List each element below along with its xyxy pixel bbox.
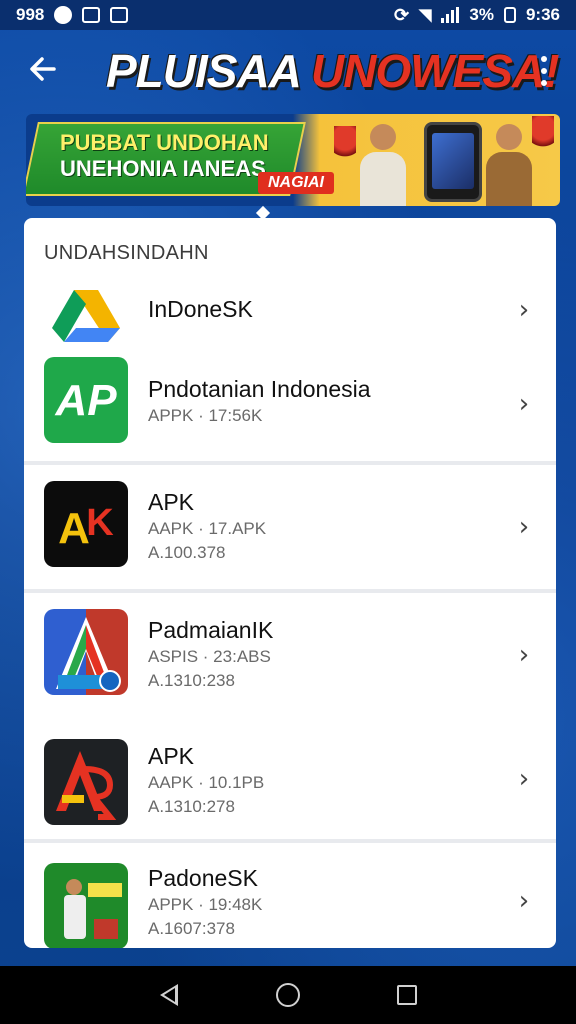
list-item[interactable]: AP Pndotanian Indonesia APPK · 17:56K › <box>24 354 556 460</box>
app-version: A.1607:378 <box>148 919 235 938</box>
black-ak-icon: A K <box>44 481 128 567</box>
battery-percent: 3% <box>469 5 494 24</box>
chevron-right-icon: › <box>518 295 530 325</box>
phone-illustration <box>424 122 482 202</box>
status-bar: 998 ⟳ ◥ 3% 9:36 <box>0 0 576 30</box>
chevron-right-icon: › <box>518 640 530 670</box>
app-name: APK <box>148 489 195 515</box>
list-item[interactable]: A K APK AAPK · 17.APK A.100.378 › <box>24 465 556 589</box>
app-version: A.1310:238 <box>148 671 235 690</box>
sync-icon: ⟳ <box>393 4 410 25</box>
app-size: ASPIS · 23:ABS <box>148 647 271 666</box>
more-vert-icon[interactable] <box>532 56 556 86</box>
arrow-left-icon[interactable] <box>26 52 60 86</box>
chevron-right-icon: › <box>518 886 530 916</box>
dark-ar-icon <box>44 739 128 825</box>
signal-icon <box>441 7 460 23</box>
messenger-icon <box>54 6 73 24</box>
notification-icon <box>110 7 129 23</box>
nav-home-icon[interactable] <box>273 980 303 1010</box>
green-poster-icon-svg <box>64 879 122 939</box>
figurine-icon <box>532 116 554 156</box>
app-name: InDoneSK <box>148 296 253 322</box>
section-header: UNDAHSINDAHN <box>44 242 209 264</box>
app-version: A.100.378 <box>148 543 226 562</box>
list-item[interactable]: APK AAPK · 10.1PB A.1310:278 › <box>24 715 556 839</box>
list-item[interactable]: PadmaianIK ASPIS · 23:ABS A.1310:238 › <box>24 593 556 715</box>
app-size: AAPK · 17.APK <box>148 519 267 538</box>
clock: 9:36 <box>525 5 560 24</box>
system-nav-bar <box>0 966 576 1024</box>
app-size: APPK · 17:56K <box>148 406 263 425</box>
app-name: APK <box>148 743 195 769</box>
list-item[interactable]: InDoneSK › <box>24 270 556 354</box>
app-bar: PLUISAA UNOWESA! <box>0 30 576 114</box>
app-size: AAPK · 10.1PB <box>148 773 265 792</box>
svg-text:A: A <box>58 504 90 553</box>
green-ap-icon: AP <box>44 357 128 443</box>
page-title: PLUISAA UNOWESA! <box>106 44 560 98</box>
chevron-right-icon: › <box>518 764 530 794</box>
dark-ar-icon-svg <box>56 751 117 820</box>
promo-banner[interactable]: PUBBAT UNDOHAN UNEHONIA IANEAS NAGIAI <box>26 114 560 206</box>
app-name: PadoneSK <box>148 865 258 891</box>
title-part-1: PLUISAA <box>106 45 300 97</box>
drive-triangle-icon <box>44 276 128 352</box>
battery-icon <box>503 7 516 23</box>
app-size: APPK · 19:48K <box>148 895 263 914</box>
app-version: A.1310:278 <box>148 797 235 816</box>
black-ak-icon-svg: A K <box>58 502 114 553</box>
nav-back-icon[interactable] <box>154 980 184 1010</box>
arrow-left-icon-svg <box>30 57 56 81</box>
status-left-text: 998 <box>16 5 45 24</box>
svg-text:AP: AP <box>54 376 117 425</box>
list-item[interactable]: PadoneSK APPK · 19:48K A.1607:378 › <box>24 843 556 948</box>
person-illustration <box>486 124 532 206</box>
chevron-right-icon: › <box>518 389 530 419</box>
banner-line-2: UNEHONIA IANEAS <box>60 156 266 181</box>
person-illustration <box>360 124 406 206</box>
title-part-2: UNOWESA! <box>310 45 560 97</box>
app-name: PadmaianIK <box>148 617 274 643</box>
svg-text:K: K <box>86 502 114 544</box>
green-poster-icon <box>44 863 128 948</box>
drive-triangle-icon-svg <box>52 290 120 342</box>
banner-badge: NAGIAI <box>258 172 334 194</box>
app-list-card: UNDAHSINDAHN InDoneSK › AP Pndotanian In… <box>24 218 556 948</box>
nav-recents-icon[interactable] <box>392 980 422 1010</box>
chevron-right-icon: › <box>518 512 530 542</box>
figurine-icon <box>334 126 356 166</box>
gallery-icon <box>82 7 101 23</box>
banner-text: PUBBAT UNDOHAN UNEHONIA IANEAS <box>60 130 269 182</box>
colorful-a-icon <box>44 609 128 695</box>
banner-line-1: PUBBAT UNDOHAN <box>60 130 269 155</box>
green-ap-icon-svg: AP <box>54 376 117 425</box>
colorful-a-icon-svg <box>56 617 121 692</box>
app-name: Pndotanian Indonesia <box>148 376 371 402</box>
wifi-icon: ◥ <box>419 7 432 24</box>
